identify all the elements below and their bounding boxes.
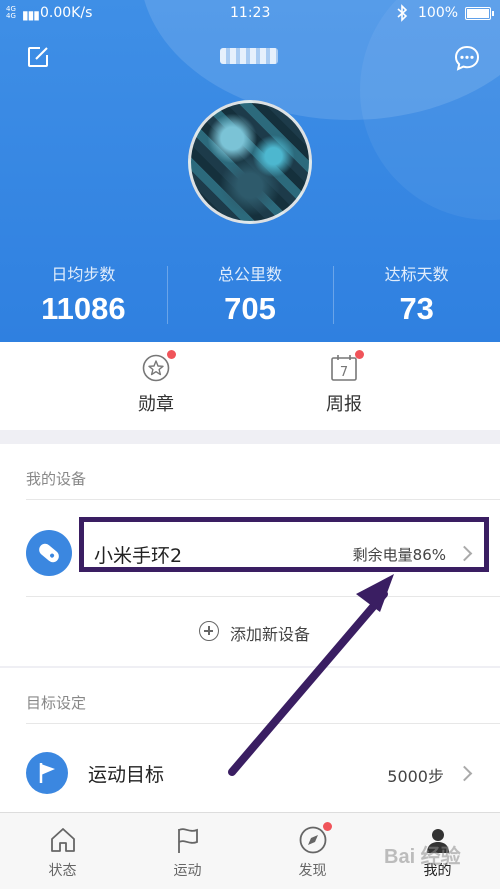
battery-icon xyxy=(465,7,494,20)
band-icon xyxy=(26,530,72,576)
goals-section: 目标设定 运动目标 5000步 xyxy=(0,668,500,812)
tab-sport[interactable]: 运动 xyxy=(125,813,250,889)
stats-row: 日均步数 11086 总公里数 705 达标天数 73 xyxy=(0,258,500,328)
weekly-report-button[interactable]: 7 周报 xyxy=(304,350,384,416)
bluetooth-icon xyxy=(396,4,408,26)
clock: 11:23 xyxy=(230,5,271,21)
avatar[interactable] xyxy=(188,100,312,224)
annotation-highlight-box xyxy=(79,517,489,572)
flag-icon xyxy=(26,752,68,794)
calendar-7-icon: 7 xyxy=(330,350,364,382)
stat-value: 11086 xyxy=(41,291,126,326)
badge-dot xyxy=(322,822,332,831)
network-speed: 0.00K/s xyxy=(40,5,93,21)
section-title: 目标设定 xyxy=(26,694,87,712)
profile-header: 4G 4G ▮▮▮ 0.00K/s 11:23 100% 日均步数 11086 … xyxy=(0,0,500,342)
tab-label: 运动 xyxy=(173,863,202,879)
network-type: 4G 4G xyxy=(6,5,16,20)
calendar-day: 7 xyxy=(340,365,348,380)
divider xyxy=(26,723,500,724)
chevron-right-icon xyxy=(456,765,473,782)
stat-daily-steps[interactable]: 日均步数 11086 xyxy=(0,258,167,328)
battery-percent: 100% xyxy=(418,5,459,21)
stat-label: 日均步数 xyxy=(51,265,116,284)
section-title: 我的设备 xyxy=(26,470,87,488)
star-medal-icon xyxy=(142,350,176,382)
stat-goal-days[interactable]: 达标天数 73 xyxy=(333,258,500,328)
goal-value: 5000步 xyxy=(387,767,444,786)
stat-value: 705 xyxy=(224,291,276,326)
tab-label: 状态 xyxy=(48,863,77,879)
quick-actions: 勋章 7 周报 xyxy=(0,342,500,430)
compass-icon xyxy=(298,822,332,855)
tab-label: 发现 xyxy=(298,863,327,879)
add-device-label: 添加新设备 xyxy=(230,625,311,644)
message-icon[interactable] xyxy=(454,45,480,71)
tab-discover[interactable]: 发现 xyxy=(250,813,375,889)
plus-circle-icon xyxy=(199,621,219,641)
goal-name: 运动目标 xyxy=(88,764,165,786)
stat-label: 达标天数 xyxy=(384,265,449,284)
stat-total-km[interactable]: 总公里数 705 xyxy=(166,258,334,328)
add-device-button[interactable]: 添加新设备 xyxy=(0,596,500,666)
edit-icon[interactable] xyxy=(26,45,50,69)
home-icon xyxy=(48,825,78,855)
username-blurred xyxy=(220,48,278,64)
goal-row[interactable]: 运动目标 5000步 xyxy=(0,734,500,818)
header-decoration xyxy=(360,0,500,220)
flag-outline-icon xyxy=(173,825,203,855)
tab-status[interactable]: 状态 xyxy=(0,813,125,889)
weekly-report-label: 周报 xyxy=(326,394,362,415)
medals-label: 勋章 xyxy=(138,394,174,415)
status-bar: 4G 4G ▮▮▮ 0.00K/s 11:23 100% xyxy=(0,0,500,28)
stat-value: 73 xyxy=(399,291,434,326)
stat-label: 总公里数 xyxy=(218,265,283,284)
divider xyxy=(26,499,500,500)
watermark: Bai 经验 xyxy=(384,846,461,868)
badge-dot xyxy=(167,350,176,359)
medals-button[interactable]: 勋章 xyxy=(116,350,196,416)
signal-icon: ▮▮▮ xyxy=(22,8,40,22)
badge-dot xyxy=(355,350,364,359)
